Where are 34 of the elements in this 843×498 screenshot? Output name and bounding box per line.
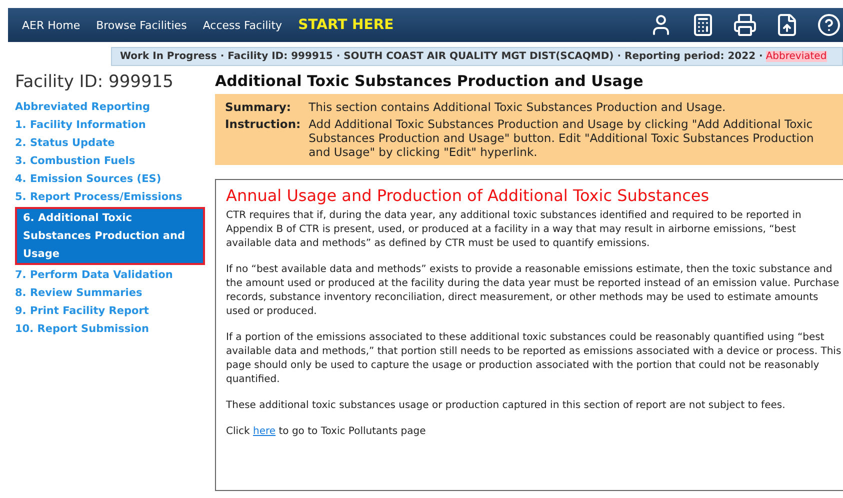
paragraph: CTR requires that if, during the data year, any additional toxic substances identified and required to be reported in Appendix B of CTR is present, used, or produced at a facility in a way that may result in airborne emissions, “best available data and methods” as defined by CTR must be used to quantify emissions.	[226, 209, 802, 251]
info-text: This section contains Additional Toxic Substances Production and Usage.	[308, 100, 727, 114]
facility-title: Facility ID: 999915	[15, 72, 174, 92]
page-title: Additional Toxic Substances Production and Usage	[215, 72, 644, 90]
info-label: Instruction:	[225, 117, 301, 133]
nav-link[interactable]: Access Facility	[194, 18, 290, 32]
abbreviated-flag: Abbreviated	[766, 51, 827, 62]
sidebar-item[interactable]: 3. Combustion Fuels	[15, 152, 205, 170]
sidebar-item[interactable]: 10. Report Submission	[15, 320, 205, 338]
sidebar-item[interactable]: 1. Facility Information	[15, 116, 205, 134]
print-icon[interactable]	[733, 13, 757, 37]
status-text: Work In Progress · Facility ID: 999915 · SOUTH COAST AIR QUALITY MGT DIST(SCAQMD) · Reporting period: 2022 ·	[120, 51, 763, 62]
sidebar-item[interactable]: 7. Perform Data Validation	[15, 266, 205, 284]
sidebar-item[interactable]: Abbreviated Reporting	[15, 98, 205, 116]
sidebar-item[interactable]: 9. Print Facility Report	[15, 302, 205, 320]
panel-heading: Annual Usage and Production of Additional Toxic Substances	[226, 186, 710, 205]
sidebar-item[interactable]: 2. Status Update	[15, 134, 205, 152]
sidebar-item[interactable]: 8. Review Summaries	[15, 284, 205, 302]
file-upload-icon[interactable]	[775, 13, 799, 37]
paragraph: Click here to go to Toxic Pollutants page	[226, 425, 427, 439]
nav-link[interactable]: AER Home	[14, 18, 88, 32]
paragraph: If a portion of the emissions associated to these additional toxic substances could be reasonably quantified using “best available data and methods,” that portion still needs to be reported as emissions associated with a device or process. This page should only be used to capture the usage or production associated with the portion that could not be reasonably quantified.	[226, 331, 842, 387]
paragraph: If no “best available data and methods” exists to provide a reasonable emissions estimate, then the toxic substance and the amount used or produced at the facility during the data year must be reported instead of an emission value. Purchase records, substance inventory reconciliation, direct measurement, or other methods may be used to estimate amounts used or produced.	[226, 263, 840, 319]
sidebar-item[interactable]: 5. Report Process/Emissions	[15, 188, 205, 206]
paragraph: These additional toxic substances usage or production captured in this section of report are not subject to fees.	[226, 399, 786, 413]
sidebar-item[interactable]: 6. Additional Toxic Substances Production and Usage	[15, 207, 205, 265]
nav-link[interactable]: Browse Facilities	[88, 18, 195, 32]
sidebar-item[interactable]: 4. Emission Sources (ES)	[15, 170, 205, 188]
start-here-link[interactable]: START HERE	[290, 17, 402, 33]
here-link[interactable]: here	[253, 426, 276, 437]
calculator-icon[interactable]	[691, 13, 715, 37]
info-label: Summary:	[225, 100, 292, 114]
help-icon[interactable]	[817, 13, 841, 37]
info-text: Add Additional Toxic Substances Production and Usage by clicking "Add Additional Toxic Substances Production and Usage" button. Edit "Additional Toxic Substances Production and Usage" by clicking "Edit" hyperlink.	[308, 117, 815, 159]
